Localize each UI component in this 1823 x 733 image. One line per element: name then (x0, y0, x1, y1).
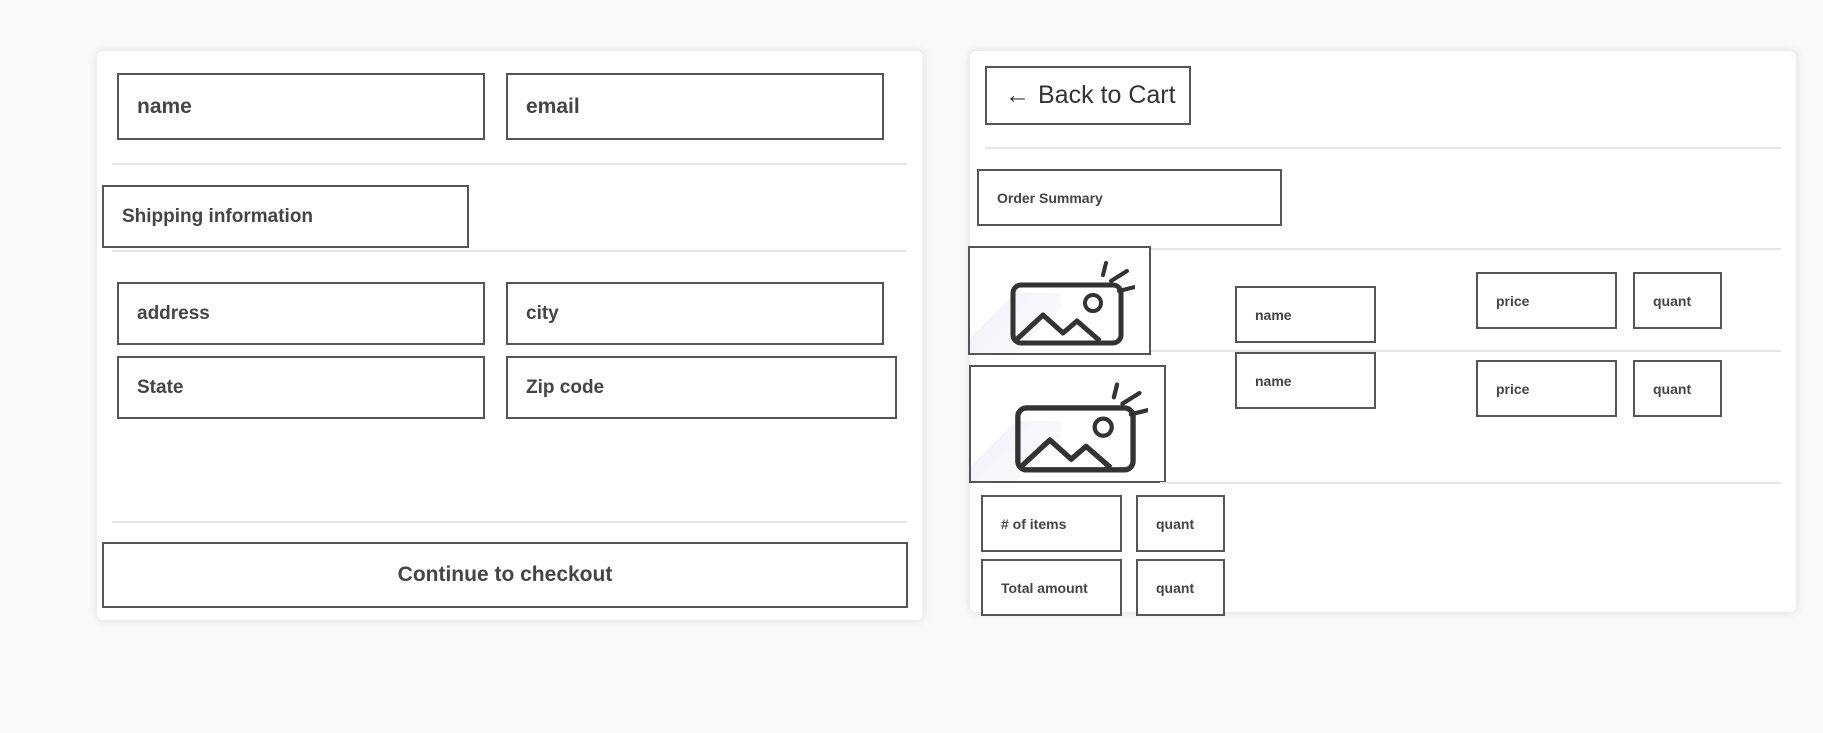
checkout-form-card: name email Shipping information address … (97, 51, 923, 620)
city-field-placeholder: city (526, 302, 559, 324)
product-quantity: quant (1633, 272, 1722, 329)
product-image (969, 365, 1166, 483)
divider (1160, 482, 1781, 484)
state-field[interactable]: State (117, 356, 485, 419)
product-price: price (1476, 272, 1617, 329)
product-price-text: price (1496, 292, 1530, 309)
continue-to-checkout-label: Continue to checkout (397, 563, 613, 586)
image-placeholder-icon (1010, 261, 1135, 346)
address-field[interactable]: address (117, 282, 485, 345)
divider (985, 147, 1781, 149)
product-name: name (1235, 286, 1376, 343)
divider (112, 521, 907, 523)
product-image (968, 246, 1151, 355)
order-summary-title-text: Order Summary (997, 189, 1103, 206)
divider (112, 250, 907, 252)
continue-to-checkout-button[interactable]: Continue to checkout (102, 542, 908, 608)
zip-code-field[interactable]: Zip code (506, 356, 897, 419)
item-count-label: # of items (981, 495, 1122, 552)
back-to-cart-button[interactable]: ← Back to Cart (985, 66, 1191, 125)
product-price-text: price (1496, 380, 1530, 397)
product-quantity: quant (1633, 360, 1722, 417)
name-field-placeholder: name (137, 94, 192, 118)
product-name: name (1235, 352, 1376, 409)
back-to-cart-label: Back to Cart (1038, 81, 1176, 109)
product-name-text: name (1255, 372, 1292, 389)
item-count-label-text: # of items (1001, 515, 1067, 532)
email-field-placeholder: email (526, 94, 580, 118)
order-summary-card: ← Back to Cart / Order Summary name pric… (968, 51, 1796, 616)
product-quantity-text: quant (1653, 380, 1692, 397)
email-field[interactable]: email (506, 73, 884, 140)
divider (112, 163, 907, 165)
total-amount-label: Total amount (981, 559, 1122, 616)
product-price: price (1476, 360, 1617, 417)
zip-code-field-placeholder: Zip code (526, 376, 605, 398)
arrow-left-icon: ← (1005, 81, 1030, 109)
name-field[interactable]: name (117, 73, 485, 140)
image-placeholder-icon (1014, 381, 1148, 472)
city-field[interactable]: city (506, 282, 884, 345)
state-field-placeholder: State (137, 376, 184, 398)
product-quantity-text: quant (1653, 292, 1692, 309)
item-count-value: quant (1136, 495, 1225, 552)
address-field-placeholder: address (137, 302, 210, 324)
item-count-value-text: quant (1156, 515, 1195, 532)
shipping-information-heading: Shipping information (102, 185, 469, 248)
shipping-heading-text: Shipping information (122, 205, 314, 227)
order-summary-title: Order Summary (977, 169, 1282, 226)
total-amount-value: quant (1136, 559, 1225, 616)
total-amount-label-text: Total amount (1001, 579, 1088, 596)
product-name-text: name (1255, 306, 1292, 323)
total-amount-value-text: quant (1156, 579, 1195, 596)
